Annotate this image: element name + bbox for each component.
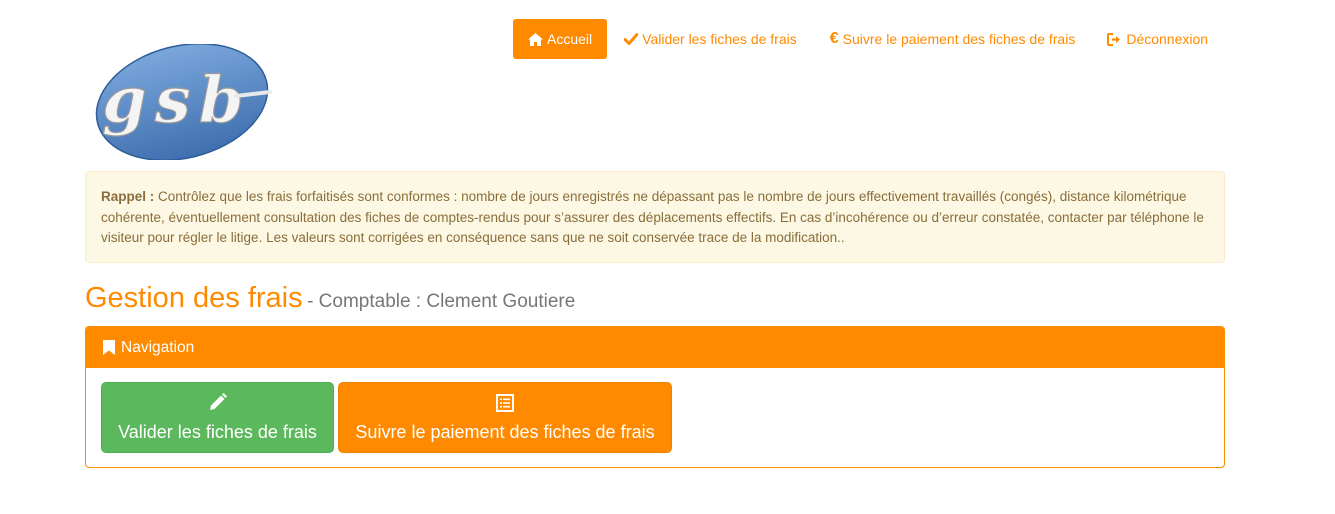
gsb-logo: gsb [86,42,272,162]
nav-deconnexion-label: Déconnexion [1126,31,1209,47]
nav-valider-fiches-label: Valider les fiches de frais [642,31,797,47]
alert-prefix: Rappel : [101,189,155,204]
page-title-main: Gestion des frais [85,282,303,314]
pencil-icon [208,393,227,413]
nav-accueil-label: Accueil [547,31,593,47]
home-icon [528,32,543,46]
euro-icon: € [829,30,839,47]
page-subtitle: - Comptable : Clement Goutiere [307,291,576,312]
valider-fiches-button-label: Valider les fiches de frais [118,421,317,442]
list-icon [496,393,514,413]
suivre-paiement-button[interactable]: Suivre le paiement des fiches de frais [338,382,672,453]
reminder-alert: Rappel : Contrôlez que les frais forfait… [85,171,1225,263]
navigation-panel-title: Navigation [121,338,195,356]
check-icon [624,33,639,45]
logout-icon [1107,32,1122,46]
navigation-panel-header: Navigation [86,327,1224,368]
navigation-panel: Navigation Valider les fiches de frais S… [85,326,1225,468]
nav-valider-fiches[interactable]: Valider les fiches de frais [609,19,812,59]
nav-deconnexion[interactable]: Déconnexion [1092,19,1223,59]
nav-suivre-paiement[interactable]: € Suivre le paiement des fiches de frais [815,19,1091,59]
nav-suivre-paiement-label: Suivre le paiement des fiches de frais [842,31,1076,47]
valider-fiches-button[interactable]: Valider les fiches de frais [101,382,334,453]
gsb-logo-image: gsb [95,42,272,162]
page-title: Gestion des frais - Comptable : Clement … [85,282,575,315]
suivre-paiement-button-label: Suivre le paiement des fiches de frais [355,421,655,442]
nav-accueil[interactable]: Accueil [513,19,608,59]
alert-text: Contrôlez que les frais forfaitisés sont… [101,189,1204,245]
bookmark-icon [103,340,115,355]
logo-text: gsb [102,63,252,138]
top-navigation: Accueil Valider les fiches de frais € Su… [513,19,1223,59]
